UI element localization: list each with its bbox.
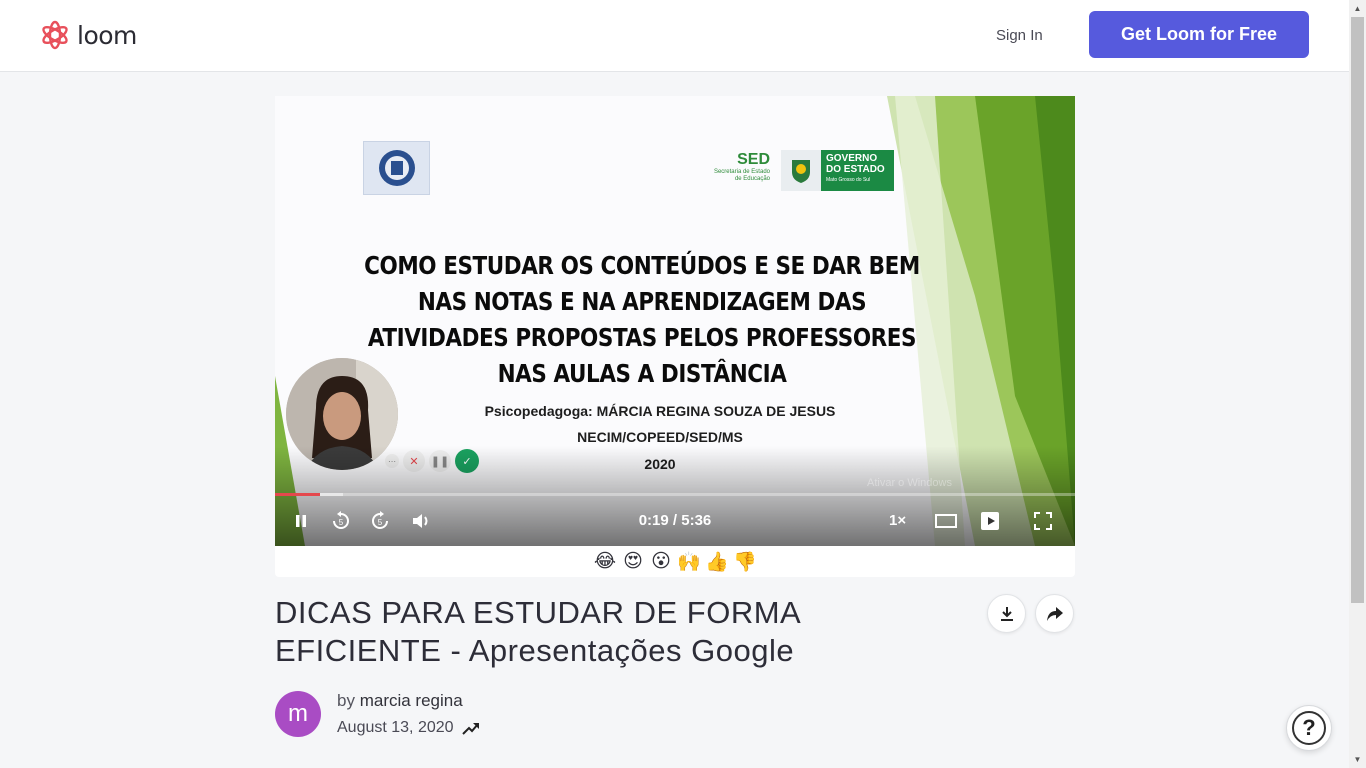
scroll-down-icon[interactable]: ▼ [1349, 751, 1366, 768]
owner-avatar[interactable]: m [275, 691, 321, 737]
reaction-love-icon[interactable]: 😍 [622, 551, 644, 573]
picture-in-picture-icon[interactable] [979, 509, 1003, 533]
scrollbar-thumb[interactable] [1351, 17, 1364, 603]
gov-subtitle: Mato Grosso do Sul [826, 177, 871, 183]
reaction-bar: 😂 😍 😮 🙌 👍 👎 [275, 546, 1075, 577]
forward-5-icon[interactable]: 5 [368, 509, 392, 533]
share-button[interactable] [1035, 594, 1074, 633]
progress-played [275, 493, 320, 496]
sign-in-link[interactable]: Sign In [996, 27, 1043, 44]
theater-mode-icon[interactable] [934, 509, 958, 533]
rewind-5-icon[interactable]: 5 [329, 509, 353, 533]
playback-speed-button[interactable]: 1× [889, 512, 906, 529]
help-icon: ? [1292, 711, 1326, 745]
sed-label: SED [737, 151, 770, 168]
fullscreen-icon[interactable] [1031, 509, 1055, 533]
svg-text:5: 5 [339, 518, 344, 527]
video-player[interactable]: SED Secretaria de Estado de Educação GOV… [275, 96, 1075, 546]
loom-logo-icon [42, 20, 68, 50]
slide-presenter: Psicopedagoga: MÁRCIA REGINA SOUZA DE JE… [484, 403, 836, 419]
sed-subtitle: Secretaria de Estado de Educação [713, 169, 770, 182]
reaction-laugh-icon[interactable]: 😂 [594, 551, 616, 573]
page-scrollbar[interactable]: ▲ ▼ [1349, 0, 1366, 768]
time-display: 0:19 / 5:36 [638, 512, 712, 529]
share-arrow-icon [1046, 606, 1063, 621]
gov-label: GOVERNO DO ESTADO [826, 153, 885, 175]
progress-bar[interactable] [275, 493, 1075, 496]
reaction-thumbs-down-icon[interactable]: 👎 [733, 551, 757, 573]
scroll-up-icon[interactable]: ▲ [1349, 0, 1366, 17]
school-emblem [363, 141, 430, 195]
get-loom-button[interactable]: Get Loom for Free [1089, 11, 1309, 58]
volume-icon[interactable] [409, 509, 433, 533]
slide-title: COMO ESTUDAR OS CONTEÚDOS E SE DAR BEM N… [364, 251, 920, 388]
reaction-wow-icon[interactable]: 😮 [650, 551, 672, 573]
owner-byline: by marcia regina [337, 691, 463, 711]
download-button[interactable] [987, 594, 1026, 633]
logo-wordmark: loom [77, 20, 137, 50]
video-date: August 13, 2020 [337, 719, 480, 737]
slide-organization: NECIM/COPEED/SED/MS [577, 429, 743, 445]
owner-name-link[interactable]: marcia regina [360, 691, 463, 710]
help-button[interactable]: ? [1286, 705, 1332, 751]
government-logo: GOVERNO DO ESTADO Mato Grosso do Sul [781, 150, 894, 191]
loom-logo[interactable]: loom [39, 19, 137, 51]
reaction-celebrate-icon[interactable]: 🙌 [677, 551, 701, 573]
windows-watermark: Ativar o Windows [867, 477, 952, 489]
by-label: by [337, 691, 355, 710]
svg-text:5: 5 [378, 518, 383, 527]
download-icon [1000, 606, 1013, 621]
pause-icon[interactable] [289, 509, 313, 533]
state-crest-icon [781, 150, 821, 191]
date-text: August 13, 2020 [337, 719, 454, 736]
trending-icon[interactable] [461, 720, 480, 736]
top-header: loom Sign In Get Loom for Free [0, 0, 1349, 72]
sed-logo: SED Secretaria de Estado de Educação [710, 151, 770, 183]
video-title: DICAS PARA ESTUDAR DE FORMA EFICIENTE - … [275, 595, 800, 668]
reaction-thumbs-up-icon[interactable]: 👍 [705, 551, 729, 573]
